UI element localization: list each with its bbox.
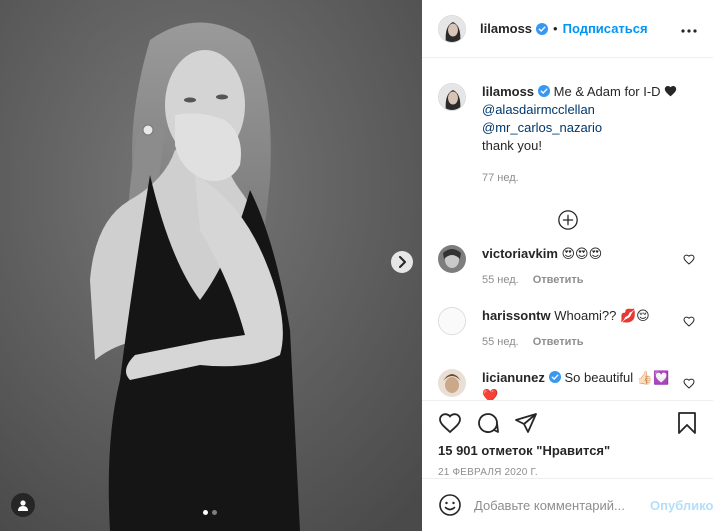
caption-mention[interactable]: @alasdairmcclellan — [482, 102, 595, 117]
portrait-image — [0, 0, 422, 531]
carousel-indicator — [203, 510, 217, 515]
load-more-comments — [438, 209, 697, 231]
save-button[interactable] — [677, 411, 697, 435]
comment-item: harissontw Whoami?? 💋😌 55 нед. Ответить — [438, 307, 697, 351]
share-button[interactable] — [514, 412, 538, 434]
verified-icon — [538, 85, 551, 97]
add-circle-icon[interactable] — [557, 209, 579, 231]
tagged-users-button[interactable] — [11, 493, 35, 517]
comment-username[interactable]: victoriavkim — [482, 246, 558, 261]
bookmark-icon — [678, 412, 696, 434]
caption-text: Me & Adam for I-D — [550, 84, 665, 99]
next-photo-button[interactable] — [391, 251, 413, 273]
user-tag-icon — [18, 500, 28, 511]
caption-time[interactable]: 77 нед. — [482, 169, 697, 187]
heart-icon — [439, 413, 461, 434]
share-icon — [515, 413, 537, 433]
comment-username[interactable]: licianunez — [482, 370, 545, 385]
comment-meta: 55 нед. Ответить — [482, 333, 682, 351]
post-sidebar: lilamoss • Подписаться lilamoss Me & Ada… — [422, 0, 713, 531]
comment-body: victoriavkim 😍😍😍 55 нед. Ответить — [482, 245, 682, 289]
follow-button[interactable]: Подписаться — [563, 21, 648, 36]
post-photo[interactable] — [0, 0, 422, 531]
comment-button[interactable] — [476, 411, 500, 435]
comment-time[interactable]: 55 нед. — [482, 333, 519, 351]
emoji-button[interactable] — [438, 493, 462, 517]
like-comment-button[interactable] — [683, 377, 695, 392]
comment-text: Whoami?? 💋😌 — [554, 308, 650, 323]
comments-list[interactable]: lilamoss Me & Adam for I-D @alasdairmccl… — [422, 59, 713, 400]
separator: • — [553, 21, 558, 36]
more-options-button[interactable] — [681, 21, 697, 36]
commenter-avatar[interactable] — [438, 307, 466, 335]
reply-button[interactable]: Ответить — [533, 271, 584, 289]
chevron-right-icon — [399, 256, 406, 268]
comment-meta: 55 нед. Ответить — [482, 271, 682, 289]
heart-icon — [683, 254, 695, 265]
author-username[interactable]: lilamoss — [480, 21, 532, 36]
comment-item: licianunez So beautiful 👍🏻💟❤️ — [438, 369, 697, 400]
like-comment-button[interactable] — [683, 253, 695, 268]
carousel-dot — [212, 510, 217, 515]
publish-button[interactable]: Опубликовать — [650, 498, 713, 513]
post-caption: lilamoss Me & Adam for I-D @alasdairmccl… — [438, 59, 697, 187]
comment-item: victoriavkim 😍😍😍 55 нед. Ответить — [438, 245, 697, 289]
comment-time[interactable]: 55 нед. — [482, 271, 519, 289]
like-comment-button[interactable] — [683, 315, 695, 330]
post-date[interactable]: 21 ФЕВРАЛЯ 2020 Г. — [438, 467, 697, 478]
caption-text-block: lilamoss Me & Adam for I-D @alasdairmccl… — [482, 83, 697, 187]
author-avatar[interactable] — [438, 83, 466, 111]
author-avatar[interactable] — [438, 14, 466, 43]
comment-username[interactable]: harissontw — [482, 308, 551, 323]
caption-username[interactable]: lilamoss — [482, 84, 534, 99]
comment-icon — [478, 413, 499, 433]
heart-icon — [683, 316, 695, 327]
comment-text: 😍😍😍 — [561, 246, 603, 261]
more-icon — [681, 29, 697, 33]
carousel-dot-active — [203, 510, 208, 515]
comment-body: harissontw Whoami?? 💋😌 55 нед. Ответить — [482, 307, 682, 351]
post-header: lilamoss • Подписаться — [422, 0, 713, 58]
smile-icon — [439, 494, 461, 516]
likes-count[interactable]: 15 901 отметок "Нравится" — [438, 443, 697, 458]
action-icons — [438, 405, 697, 441]
caption-tail: thank you! — [482, 138, 542, 153]
commenter-avatar[interactable] — [438, 245, 466, 273]
verified-icon — [536, 22, 549, 35]
comment-body: licianunez So beautiful 👍🏻💟❤️ — [482, 369, 682, 400]
caption-mention[interactable]: @mr_carlos_nazario — [482, 120, 602, 135]
reply-button[interactable]: Ответить — [533, 333, 584, 351]
commenter-avatar[interactable] — [438, 369, 466, 397]
heart-icon — [683, 378, 695, 389]
add-comment-bar: Опубликовать — [422, 478, 713, 531]
black-heart-icon — [665, 86, 677, 97]
post-actions: 15 901 отметок "Нравится" 21 ФЕВРАЛЯ 202… — [422, 400, 713, 478]
like-button[interactable] — [438, 412, 462, 434]
verified-icon — [548, 371, 561, 383]
comment-input[interactable] — [474, 497, 650, 513]
